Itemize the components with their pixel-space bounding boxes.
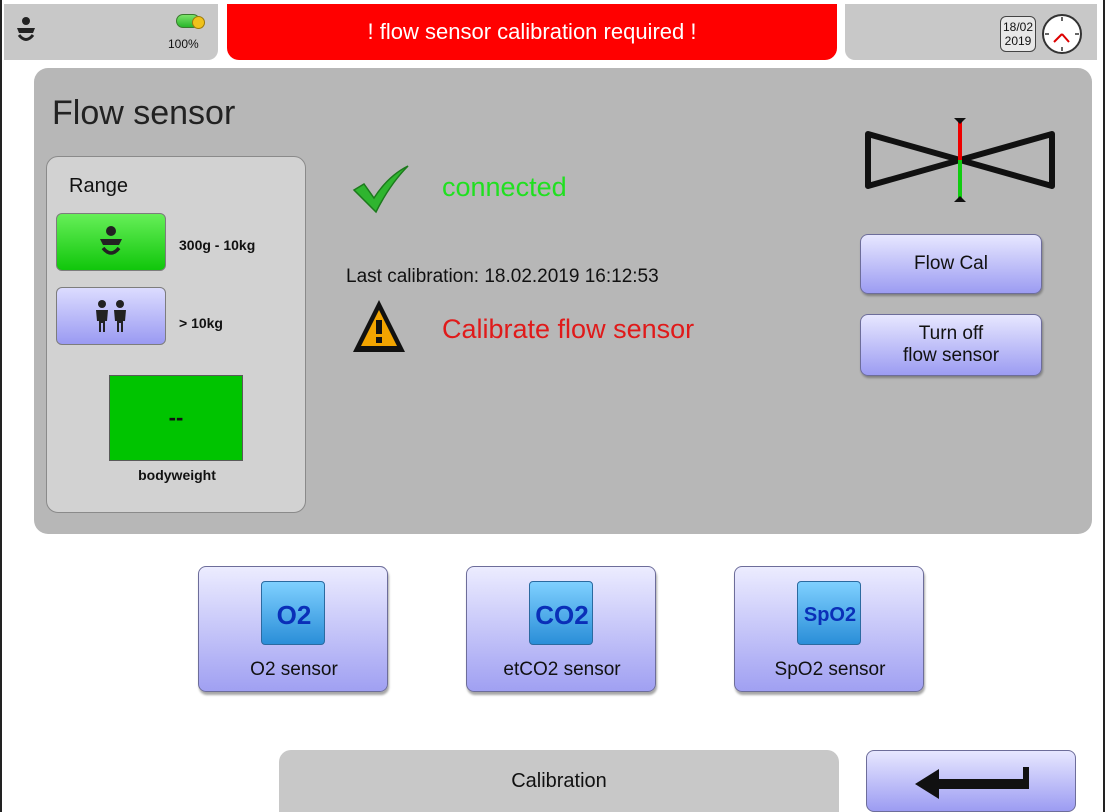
status-left-area: 100% <box>4 4 218 60</box>
warning-icon <box>353 300 405 352</box>
range-box: Range 300g - 10kg > 10kg -- bodyweight <box>46 156 306 513</box>
o2-sensor-label: O2 sensor <box>250 659 338 680</box>
range-child-button[interactable] <box>56 287 166 345</box>
range-title: Range <box>69 175 128 197</box>
date-year: 2019 <box>1004 34 1032 48</box>
flow-sensor-panel: Flow sensor Range 300g - 10kg > 10kg -- … <box>34 68 1092 534</box>
return-arrow-icon <box>915 767 1029 799</box>
status-right-area: 18/02 2019 <box>845 4 1097 60</box>
co2-sensor-icon: CO2 <box>529 581 593 645</box>
o2-icon-text: O2 <box>276 600 312 630</box>
children-icon <box>96 300 126 332</box>
turn-off-flow-sensor-button[interactable]: Turn off flow sensor <box>860 314 1042 376</box>
alarm-banner[interactable]: ! flow sensor calibration required ! <box>227 4 837 60</box>
spo2-icon-text: SpO2 <box>803 604 857 626</box>
calibrate-warning-text: Calibrate flow sensor <box>442 314 695 344</box>
checkmark-icon <box>352 165 409 214</box>
bodyweight-field[interactable]: -- <box>109 375 243 461</box>
co2-icon-text: CO2 <box>535 600 589 630</box>
battery-icon <box>176 14 205 29</box>
bodyweight-label: bodyweight <box>138 467 216 483</box>
patient-icon <box>17 17 35 41</box>
flow-cal-button[interactable]: Flow Cal <box>860 234 1042 294</box>
range-infant-label: 300g - 10kg <box>179 237 256 253</box>
spo2-sensor-label: SpO2 sensor <box>774 659 886 680</box>
date-display[interactable]: 18/02 2019 <box>1000 16 1036 52</box>
spo2-sensor-icon: SpO2 <box>797 581 861 645</box>
etco2-sensor-label: etCO2 sensor <box>503 659 621 680</box>
o2-sensor-button[interactable]: O2 O2 sensor <box>198 566 388 692</box>
flow-sensor-valve-icon <box>865 118 1055 202</box>
spo2-sensor-button[interactable]: SpO2 SpO2 sensor <box>734 566 924 692</box>
battery-percent: 100% <box>168 37 199 51</box>
back-button[interactable] <box>866 750 1076 812</box>
range-infant-button[interactable] <box>56 213 166 271</box>
o2-sensor-icon: O2 <box>261 581 325 645</box>
alarm-message: ! flow sensor calibration required ! <box>367 19 697 44</box>
last-calibration-text: Last calibration: 18.02.2019 16:12:53 <box>346 266 659 287</box>
clock-icon <box>1042 14 1082 54</box>
date-day-month: 18/02 <box>1002 20 1034 34</box>
range-child-label: > 10kg <box>179 315 223 331</box>
panel-title: Flow sensor <box>52 94 236 132</box>
screen-title-calibration: Calibration <box>279 750 839 812</box>
etco2-sensor-button[interactable]: CO2 etCO2 sensor <box>466 566 656 692</box>
infant-icon <box>100 226 122 255</box>
connection-status: connected <box>442 172 567 202</box>
